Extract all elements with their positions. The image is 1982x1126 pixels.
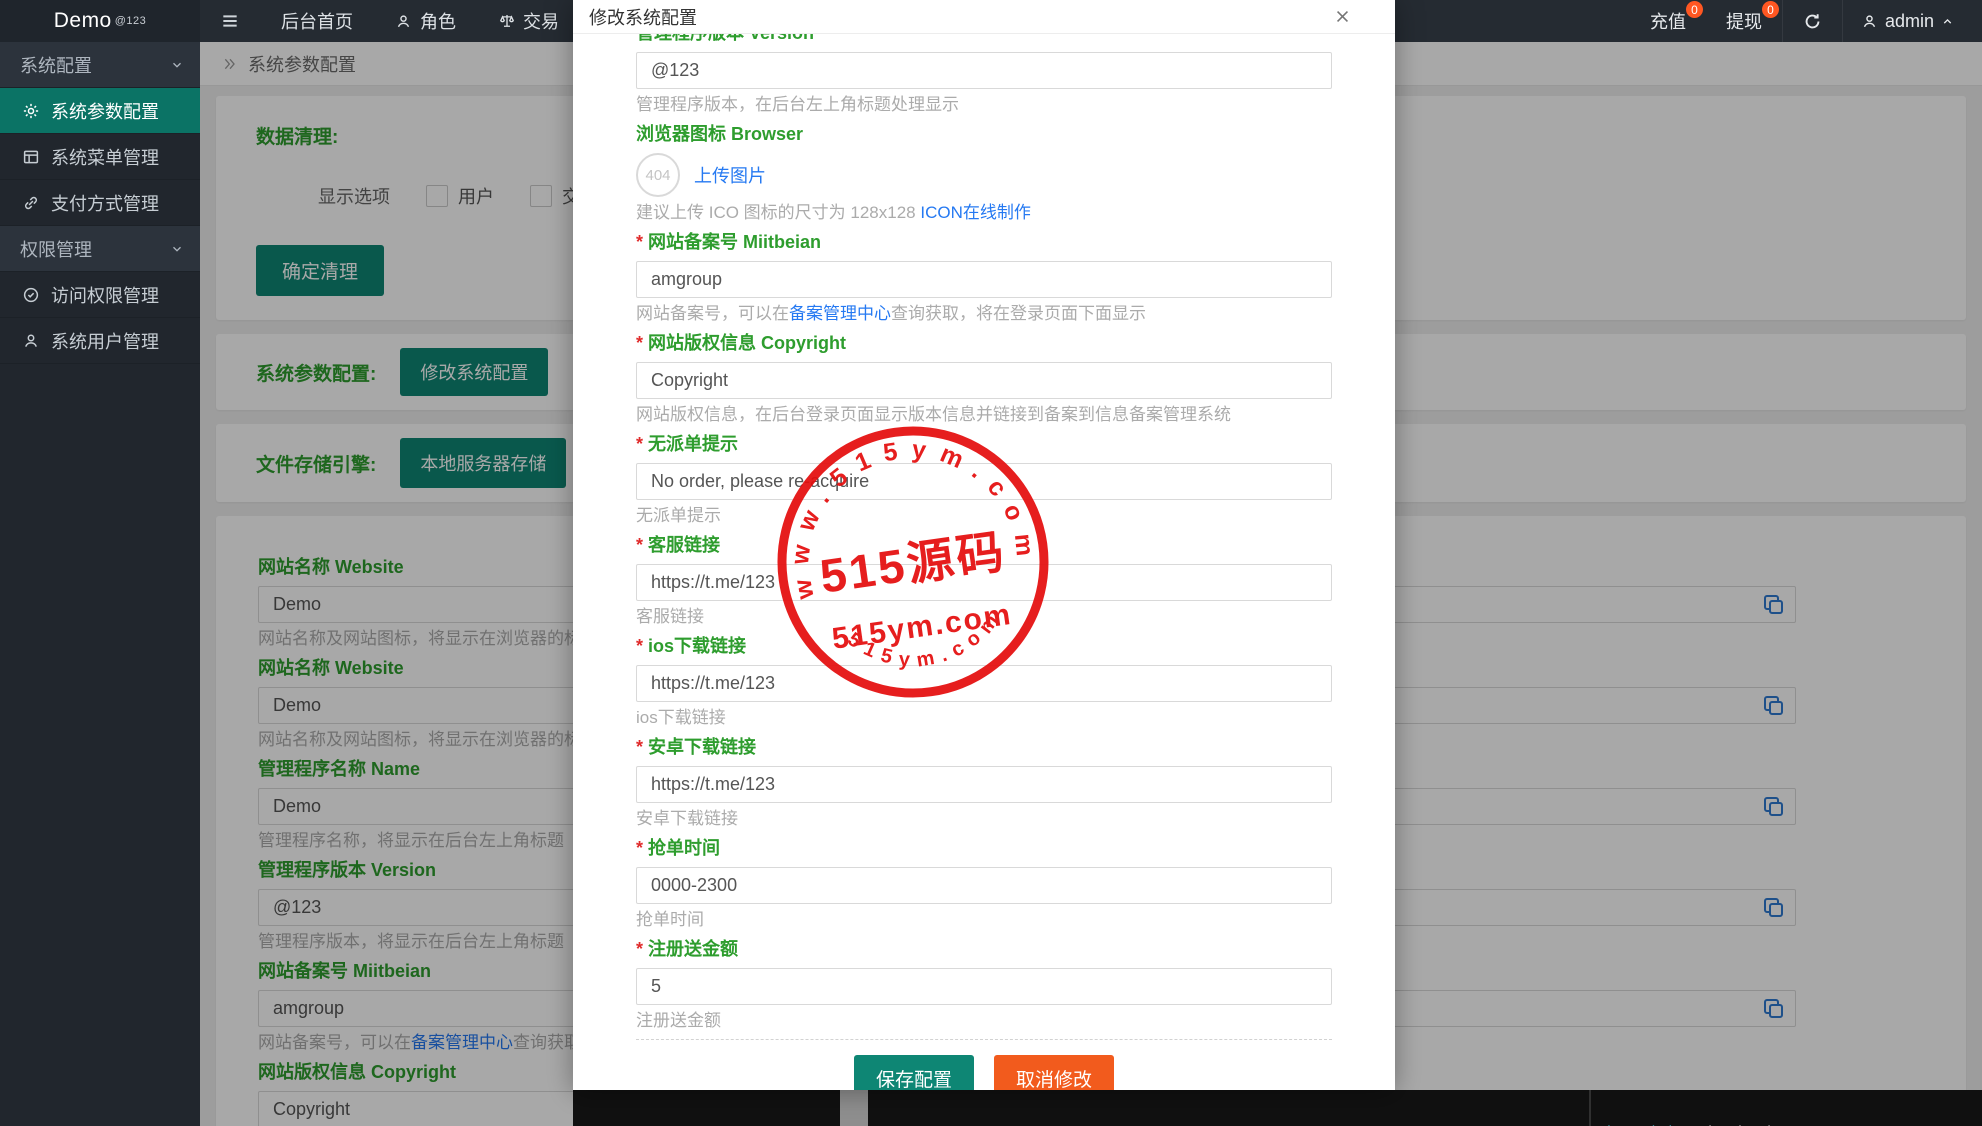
field-hint: ios下载链接 <box>636 708 1332 728</box>
window-icon <box>22 148 40 166</box>
icon-maker-link[interactable]: ICON在线制作 <box>920 203 1031 222</box>
modal-field-copyright: *网站版权信息 Copyright 网站版权信息，在后台登录页面显示版本信息并链… <box>636 332 1332 425</box>
field-hint: 建议上传 ICO 图标的尺寸为 128x128 ICON在线制作 <box>636 203 1332 223</box>
sidebar-item-payment-methods[interactable]: 支付方式管理 <box>0 180 200 226</box>
miitbeian-modal-input[interactable] <box>636 261 1332 298</box>
sidebar-item-system-params[interactable]: 系统参数配置 <box>0 88 200 134</box>
withdraw-button[interactable]: 提现 0 <box>1706 0 1782 42</box>
chevron-down-icon <box>170 58 184 72</box>
link-icon <box>22 194 40 212</box>
sidebar-group-system-config[interactable]: 系统配置 <box>0 42 200 88</box>
sidebar: 系统配置 系统参数配置 系统菜单管理 支付方式管理 权限管理 访问权限管理 系统… <box>0 42 200 1126</box>
field-label: *网站备案号 Miitbeian <box>636 231 1332 253</box>
cancel-modify-button[interactable]: 取消修改 <box>994 1055 1114 1090</box>
badge-check-icon <box>22 286 40 304</box>
field-label: 浏览器图标 Browser <box>636 123 1332 145</box>
field-label: *注册送金额 <box>636 938 1332 960</box>
field-label: 管理程序版本 Version <box>636 34 1332 44</box>
grab-time-input[interactable] <box>636 867 1332 904</box>
person-icon <box>395 13 413 30</box>
field-label: *ios下载链接 <box>636 635 1332 657</box>
chevron-up-icon <box>1941 15 1954 28</box>
nav-home[interactable]: 后台首页 <box>260 0 374 42</box>
gear-icon <box>22 102 40 120</box>
app-logo: Demo@123 <box>0 0 200 42</box>
close-icon[interactable] <box>1334 8 1351 25</box>
field-hint: 网站备案号，可以在备案管理中心查询获取，将在登录页面下面显示 <box>636 304 1332 324</box>
modal-field-no-order-tip: *无派单提示 无派单提示 <box>636 433 1332 526</box>
field-hint: 网站版权信息，在后台登录页面显示版本信息并链接到备案到信息备案管理系统 <box>636 405 1332 425</box>
user-menu[interactable]: admin <box>1843 11 1982 32</box>
field-hint: 抢单时间 <box>636 910 1332 930</box>
field-label: *安卓下载链接 <box>636 736 1332 758</box>
required-asterisk: * <box>636 333 643 353</box>
modal-body: 管理程序版本 Version 管理程序版本，在后台左上角标题处理显示 浏览器图标… <box>573 34 1395 1090</box>
field-hint: 客服链接 <box>636 607 1332 627</box>
modal-field-version: 管理程序版本 Version 管理程序版本，在后台左上角标题处理显示 <box>636 34 1332 115</box>
android-download-input[interactable] <box>636 766 1332 803</box>
sidebar-item-access-permissions[interactable]: 访问权限管理 <box>0 272 200 318</box>
service-link-input[interactable] <box>636 564 1332 601</box>
ios-download-input[interactable] <box>636 665 1332 702</box>
user-name: admin <box>1885 11 1934 32</box>
beian-center-link[interactable]: 备案管理中心 <box>789 304 891 323</box>
field-label: *网站版权信息 Copyright <box>636 332 1332 354</box>
field-hint: 管理程序版本，在后台左上角标题处理显示 <box>636 95 1332 115</box>
field-label: *抢单时间 <box>636 837 1332 859</box>
modal-field-miitbeian: *网站备案号 Miitbeian 网站备案号，可以在备案管理中心查询获取，将在登… <box>636 231 1332 324</box>
nav-roles[interactable]: 角色 <box>374 0 477 42</box>
refresh-icon <box>1803 12 1822 31</box>
no-order-tip-input[interactable] <box>636 463 1332 500</box>
required-asterisk: * <box>636 636 643 656</box>
field-label: *无派单提示 <box>636 433 1332 455</box>
modal-field-ios-download: *ios下载链接 ios下载链接 <box>636 635 1332 728</box>
modal-header: 修改系统配置 <box>573 0 1395 34</box>
sidebar-item-system-menu[interactable]: 系统菜单管理 <box>0 134 200 180</box>
modal-field-grab-time: *抢单时间 抢单时间 <box>636 837 1332 930</box>
modify-system-config-modal: 修改系统配置 管理程序版本 Version 管理程序版本，在后台左上角标题处理显… <box>573 0 1395 1090</box>
modal-title: 修改系统配置 <box>589 4 697 30</box>
field-hint: 注册送金额 <box>636 1011 1332 1031</box>
logo-version: @123 <box>115 15 147 27</box>
recharge-button[interactable]: 充值 0 <box>1630 0 1706 42</box>
register-gift-input[interactable] <box>636 968 1332 1005</box>
user-icon <box>1861 13 1878 30</box>
required-asterisk: * <box>636 737 643 757</box>
required-asterisk: * <box>636 838 643 858</box>
copyright-modal-input[interactable] <box>636 362 1332 399</box>
field-hint: 无派单提示 <box>636 506 1332 526</box>
chevron-down-icon <box>170 242 184 256</box>
modal-footer: 保存配置 取消修改 <box>636 1039 1332 1090</box>
topbar-right: 充值 0 提现 0 admin <box>1630 0 1982 42</box>
upload-image-link[interactable]: 上传图片 <box>694 162 766 188</box>
person-icon <box>22 332 40 350</box>
required-asterisk: * <box>636 434 643 454</box>
modal-field-android-download: *安卓下载链接 安卓下载链接 <box>636 736 1332 829</box>
modal-field-register-gift: *注册送金额 注册送金额 <box>636 938 1332 1031</box>
recharge-badge: 0 <box>1686 1 1703 18</box>
favicon-placeholder: 404 <box>636 153 680 197</box>
sidebar-group-permissions[interactable]: 权限管理 <box>0 226 200 272</box>
required-asterisk: * <box>636 939 643 959</box>
sidebar-item-system-users[interactable]: 系统用户管理 <box>0 318 200 364</box>
field-label: *客服链接 <box>636 534 1332 556</box>
modal-field-browser-icon: 浏览器图标 Browser 404 上传图片 建议上传 ICO 图标的尺寸为 1… <box>636 123 1332 223</box>
field-hint: 安卓下载链接 <box>636 809 1332 829</box>
version-input[interactable] <box>636 52 1332 89</box>
scale-icon <box>498 12 516 30</box>
hamburger-icon[interactable] <box>200 0 260 42</box>
required-asterisk: * <box>636 232 643 252</box>
modal-field-service-link: *客服链接 客服链接 <box>636 534 1332 627</box>
logo-text: Demo <box>54 9 112 33</box>
nav-trade[interactable]: 交易 <box>477 0 580 42</box>
save-config-button[interactable]: 保存配置 <box>854 1055 974 1090</box>
refresh-button[interactable] <box>1783 0 1842 42</box>
withdraw-badge: 0 <box>1762 1 1779 18</box>
required-asterisk: * <box>636 535 643 555</box>
